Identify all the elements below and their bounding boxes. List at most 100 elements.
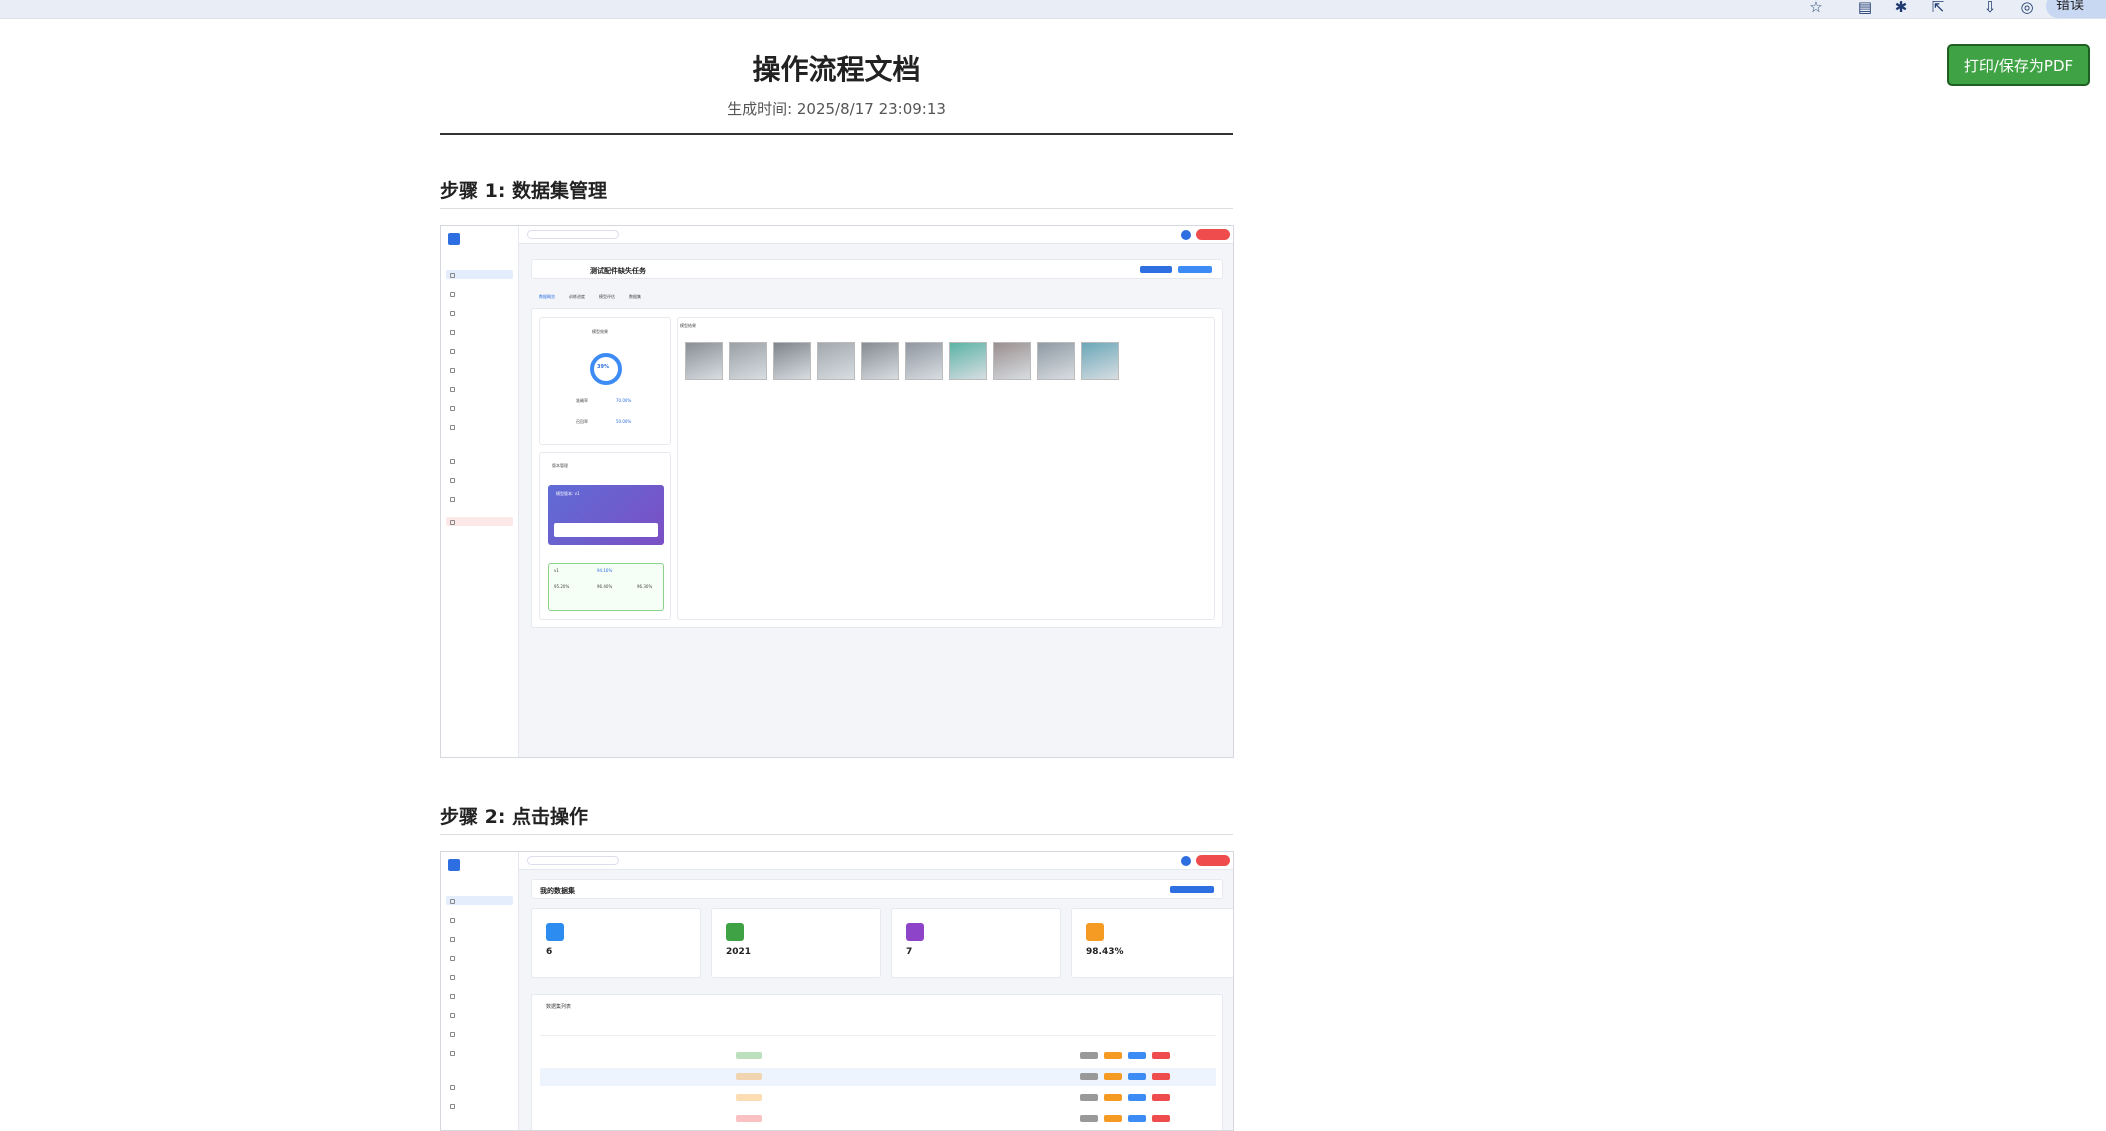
- row-action-button[interactable]: [1104, 1115, 1122, 1122]
- row-action-button[interactable]: [1152, 1115, 1170, 1122]
- share-icon[interactable]: ⇱: [1928, 0, 1948, 16]
- mini-avatar: [1181, 230, 1191, 240]
- mini-nav-item: [446, 934, 513, 943]
- mini-version-item: v1 94.16% 95.20% 96.40% 96.30%: [548, 563, 664, 611]
- mini-stat-value: 6: [546, 947, 553, 957]
- mini-dataset-list: 数据集列表: [531, 994, 1223, 1130]
- mini-sidebar: [441, 852, 519, 1130]
- mini-stat-icon: [546, 923, 564, 941]
- status-badge: [736, 1115, 762, 1122]
- result-thumbnail[interactable]: [1037, 342, 1075, 380]
- page-title: 操作流程文档: [752, 53, 921, 86]
- mini-topbar: [519, 852, 1233, 870]
- mini-stat-value: 7: [906, 947, 913, 957]
- mini-search-input: [527, 230, 619, 239]
- mini-version-card: 版本管理 模型版本: v1 v1 94.16% 95.20% 96.40% 96…: [539, 452, 671, 620]
- mini-tab: 数据概览: [539, 294, 555, 299]
- step-2-divider: [440, 834, 1233, 835]
- row-action-button[interactable]: [1080, 1052, 1098, 1059]
- table-row[interactable]: [540, 1110, 1216, 1128]
- row-action-button[interactable]: [1128, 1052, 1146, 1059]
- row-action-button[interactable]: [1080, 1115, 1098, 1122]
- mini-avatar: [1181, 856, 1191, 866]
- mini-stat-value: 2021: [726, 947, 752, 957]
- mini-nav-item: [446, 475, 513, 484]
- table-row[interactable]: [540, 1047, 1216, 1065]
- mini-nav-item: [446, 1101, 513, 1110]
- mini-nav-item: [446, 1010, 513, 1019]
- mini-nav-item: [446, 289, 513, 298]
- mini-stat-card: 7: [891, 908, 1061, 978]
- result-thumbnail[interactable]: [773, 342, 811, 380]
- mini-page-header: 我的数据集: [531, 879, 1223, 899]
- mini-stat-card: 98.43%: [1071, 908, 1233, 978]
- row-action-button[interactable]: [1104, 1073, 1122, 1080]
- row-action-button[interactable]: [1128, 1073, 1146, 1080]
- profile-icon[interactable]: ◎: [2017, 0, 2037, 16]
- mini-model-effect-card: 模型效果 39% 准确率 70.00% 召回率 50.00%: [539, 317, 671, 445]
- mini-nav-item: [446, 346, 513, 355]
- mini-stat-value: 98.43%: [1086, 947, 1124, 957]
- result-thumbnail[interactable]: [861, 342, 899, 380]
- extensions-icon[interactable]: ✱: [1891, 0, 1911, 16]
- mini-nav-item: [446, 1029, 513, 1038]
- row-action-button[interactable]: [1080, 1094, 1098, 1101]
- row-action-button[interactable]: [1104, 1094, 1122, 1101]
- table-row[interactable]: [540, 1089, 1216, 1107]
- row-action-button[interactable]: [1152, 1052, 1170, 1059]
- step-1-screenshot: 测试配件缺失任务 数据概览 训练进度 模型评估 数据集 模型效果 39% 准确率…: [440, 225, 1234, 758]
- download-icon[interactable]: ⇩: [1980, 0, 2000, 16]
- mini-stat-icon: [906, 923, 924, 941]
- result-thumbnail[interactable]: [1081, 342, 1119, 380]
- result-thumbnail[interactable]: [993, 342, 1031, 380]
- step-2-screenshot: 我的数据集 6 2021 7 98.43% 数据集列表: [440, 851, 1234, 1131]
- mini-tab: 数据集: [629, 294, 641, 299]
- row-action-button[interactable]: [1080, 1073, 1098, 1080]
- browser-toolbar: ☆ ▤ ✱ ⇱ ⇩ ◎ 错误: [0, 0, 2106, 19]
- table-row[interactable]: [540, 1068, 1216, 1086]
- result-thumbnail[interactable]: [729, 342, 767, 380]
- mini-nav-item: [446, 327, 513, 336]
- mini-tab: 训练进度: [569, 294, 585, 299]
- mini-stat-icon: [726, 923, 744, 941]
- mini-tab: 模型评估: [599, 294, 615, 299]
- error-pill[interactable]: 错误: [2046, 0, 2106, 18]
- mini-nav-item: [446, 456, 513, 465]
- mini-task-header: 测试配件缺失任务: [531, 259, 1223, 279]
- reading-list-icon[interactable]: ▤: [1855, 0, 1875, 16]
- mini-exit-button: [1196, 855, 1230, 866]
- result-thumbnail[interactable]: [905, 342, 943, 380]
- mini-nav-item: [446, 1048, 513, 1057]
- mini-nav-item: [446, 422, 513, 431]
- mini-topbar: [519, 226, 1233, 244]
- result-thumbnail[interactable]: [817, 342, 855, 380]
- row-action-button[interactable]: [1104, 1052, 1122, 1059]
- mini-stat-card: 2021: [711, 908, 881, 978]
- result-thumbnail[interactable]: [685, 342, 723, 380]
- row-action-button[interactable]: [1128, 1115, 1146, 1122]
- mini-nav-item: [446, 365, 513, 374]
- row-action-button[interactable]: [1128, 1094, 1146, 1101]
- mini-stat-card: 6: [531, 908, 701, 978]
- mini-logo-icon: [448, 233, 460, 245]
- result-thumbnail[interactable]: [949, 342, 987, 380]
- mini-nav-item: [446, 1082, 513, 1091]
- mini-sidebar: [441, 226, 519, 757]
- mini-exit-button: [1196, 229, 1230, 240]
- mini-nav-item: [446, 972, 513, 981]
- mini-nav-item: [446, 494, 513, 503]
- mini-logo-icon: [448, 859, 460, 871]
- step-2-heading: 步骤 2: 点击操作: [440, 806, 589, 828]
- mini-stat-icon: [1086, 923, 1104, 941]
- status-badge: [736, 1052, 762, 1059]
- status-badge: [736, 1073, 762, 1080]
- star-icon[interactable]: ☆: [1806, 0, 1826, 16]
- row-action-button[interactable]: [1152, 1094, 1170, 1101]
- mini-version-banner: 模型版本: v1: [548, 485, 664, 545]
- mini-nav-item: [446, 896, 513, 905]
- title-divider: [440, 133, 1233, 135]
- print-save-pdf-button[interactable]: 打印/保存为PDF: [1947, 44, 2090, 86]
- mini-nav-item: [446, 915, 513, 924]
- step-1-divider: [440, 208, 1233, 209]
- row-action-button[interactable]: [1152, 1073, 1170, 1080]
